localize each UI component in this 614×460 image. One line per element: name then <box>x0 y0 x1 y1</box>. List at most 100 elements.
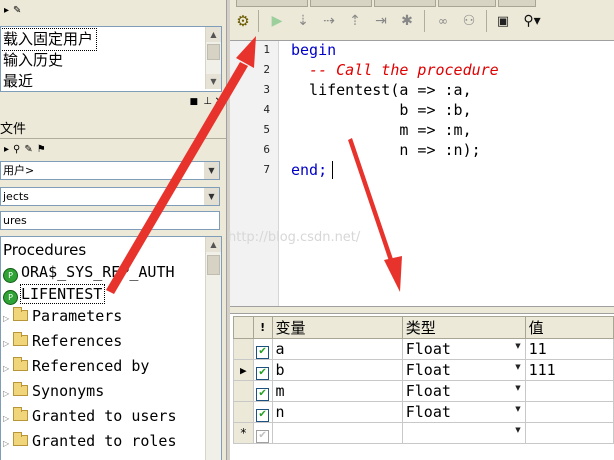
value-cell[interactable] <box>524 401 614 423</box>
history-item[interactable]: 载入固定用户 <box>1 28 98 51</box>
find-dropdown-icon[interactable]: ⚲▾ <box>518 12 546 30</box>
enabled-checkbox[interactable]: ✔ <box>256 346 270 359</box>
chevron-down-icon[interactable]: ▼ <box>515 405 520 413</box>
restore-icon[interactable]: ■ <box>189 97 198 107</box>
step-out-icon[interactable]: ⇡ <box>346 12 364 30</box>
tree-root[interactable]: Procedures <box>3 239 177 261</box>
expand-icon[interactable]: ▷ <box>3 358 13 380</box>
expand-icon[interactable]: ▷ <box>3 308 13 330</box>
chevron-down-icon[interactable]: ▼ <box>515 426 520 434</box>
sql-editor[interactable]: 1 2 3 4 5 6 7 begin -- Call the procedur… <box>230 40 614 307</box>
expand-icon[interactable]: ▷ <box>3 433 13 455</box>
type-cell[interactable]: Float ▼ <box>401 338 526 360</box>
tree-child[interactable]: ▷ Granted to users <box>3 405 177 430</box>
expand-icon[interactable]: ▷ <box>3 383 13 405</box>
chevron-down-icon[interactable]: ▼ <box>515 342 520 350</box>
history-item[interactable]: 输入历史 <box>1 50 96 71</box>
watches-icon[interactable]: ∞ <box>434 12 452 30</box>
type-cell[interactable]: Float ▼ <box>401 380 526 402</box>
row-marker[interactable] <box>233 401 254 423</box>
enabled-checkbox[interactable]: ✔ <box>256 388 270 401</box>
pin-icon[interactable]: ⊥ <box>203 96 212 107</box>
type-column-header[interactable]: 类型 <box>401 316 526 339</box>
tree-child[interactable]: ▷ Parameters <box>3 305 177 330</box>
value-cell[interactable] <box>524 380 614 402</box>
scroll-up-icon[interactable]: ▲ <box>206 27 221 42</box>
chevron-down-icon[interactable]: ▼ <box>515 363 520 371</box>
close-icon[interactable]: ✕ <box>215 96 223 107</box>
tree-child[interactable]: ▷ Synonyms <box>3 380 177 405</box>
variable-cell[interactable]: n <box>271 401 403 423</box>
enabled-column-header[interactable]: ! <box>252 316 273 339</box>
tab-output[interactable] <box>310 0 372 7</box>
expand-icon[interactable]: ▷ <box>3 333 13 355</box>
type-value: Float <box>405 340 451 358</box>
editor-grid-splitter[interactable] <box>230 306 614 314</box>
run-to-exception-icon[interactable]: ⇥ <box>372 12 390 30</box>
variable-cell[interactable]: m <box>271 380 403 402</box>
type-cell[interactable]: ▼ <box>401 422 526 444</box>
tree-child[interactable]: ▷ References <box>3 330 177 355</box>
type-cell[interactable]: Float ▼ <box>401 401 526 423</box>
scroll-down-icon[interactable]: ▼ <box>206 74 221 89</box>
enabled-checkbox[interactable]: ✔ <box>256 367 270 380</box>
user-combo[interactable]: 用户> ▼ <box>0 161 220 180</box>
scroll-up-icon[interactable]: ▲ <box>206 237 221 252</box>
binoculars-icon[interactable]: ⚲ <box>13 144 20 155</box>
table-row[interactable]: ✔ m Float ▼ <box>233 380 614 402</box>
tool-icon[interactable]: ✎ <box>13 5 21 16</box>
step-into-icon[interactable]: ⇣ <box>294 12 312 30</box>
filter-input[interactable]: ures <box>0 211 220 230</box>
refresh-icon[interactable]: ✎ <box>24 144 32 155</box>
chevron-down-icon[interactable]: ▼ <box>204 162 219 179</box>
tab-statistics[interactable] <box>374 0 436 7</box>
scroll-thumb[interactable] <box>207 255 220 275</box>
value-cell[interactable] <box>524 422 614 444</box>
table-row[interactable]: ▶ ✔ b Float ▼ 111 <box>233 359 614 381</box>
display-icon[interactable]: ▣ <box>494 12 512 30</box>
run-icon[interactable]: ▶ <box>268 12 286 30</box>
value-cell[interactable]: 11 <box>524 338 614 360</box>
history-scrollbar[interactable]: ▲ ▼ <box>205 27 221 89</box>
row-marker[interactable] <box>233 380 254 402</box>
tree-child[interactable]: ▷ Granted to roles <box>3 430 177 455</box>
pin-icon[interactable]: ▸ <box>4 5 9 16</box>
tree-scrollbar[interactable]: ▲ <box>205 237 221 460</box>
code-line: n => :n); <box>291 141 481 159</box>
row-marker[interactable] <box>233 338 254 360</box>
tree-child-label: Synonyms <box>32 382 105 400</box>
tree-child[interactable]: ▷ Referenced by <box>3 355 177 380</box>
chevron-down-icon[interactable]: ▼ <box>204 188 219 205</box>
enabled-checkbox[interactable]: ✔ <box>256 409 270 422</box>
history-item[interactable]: 最近 <box>1 71 96 91</box>
object-type-combo[interactable]: jects ▼ <box>0 187 220 206</box>
value-column-header[interactable]: 值 <box>524 316 614 339</box>
tree-node-selected[interactable]: P LIFENTEST <box>3 283 177 305</box>
new-icon[interactable]: ▸ <box>4 144 9 155</box>
chevron-down-icon[interactable]: ▼ <box>515 384 520 392</box>
step-over-icon[interactable]: ⇢ <box>320 12 338 30</box>
new-row-marker[interactable]: * <box>233 422 254 444</box>
variable-cell[interactable]: a <box>271 338 403 360</box>
variable-column-header[interactable]: 变量 <box>271 316 403 339</box>
scroll-thumb[interactable] <box>207 44 220 60</box>
variable-cell[interactable] <box>271 422 403 444</box>
row-marker[interactable]: ▶ <box>233 359 254 381</box>
variables-icon[interactable]: ⚇ <box>460 12 478 30</box>
tab-test-script[interactable] <box>236 0 308 7</box>
tab-profiler[interactable] <box>438 0 496 7</box>
toggle-breakpoint-icon[interactable]: ✱ <box>398 12 416 30</box>
table-row[interactable]: ✔ a Float ▼ 11 <box>233 338 614 360</box>
value-cell[interactable]: 111 <box>524 359 614 381</box>
variable-cell[interactable]: b <box>271 359 403 381</box>
panel-header: ■ ⊥ ✕ <box>0 96 226 110</box>
type-cell[interactable]: Float ▼ <box>401 359 526 381</box>
debug-start-icon[interactable]: ⚙ <box>234 12 252 30</box>
table-row[interactable]: ✔ n Float ▼ <box>233 401 614 423</box>
tree-node[interactable]: P ORA$_SYS_REP_AUTH <box>3 261 177 283</box>
new-row[interactable]: * ✔ ▼ <box>233 422 614 444</box>
enabled-checkbox[interactable]: ✔ <box>256 430 270 443</box>
tab-trace[interactable] <box>498 0 536 7</box>
filter-icon[interactable]: ⚑ <box>37 144 46 155</box>
expand-icon[interactable]: ▷ <box>3 408 13 430</box>
